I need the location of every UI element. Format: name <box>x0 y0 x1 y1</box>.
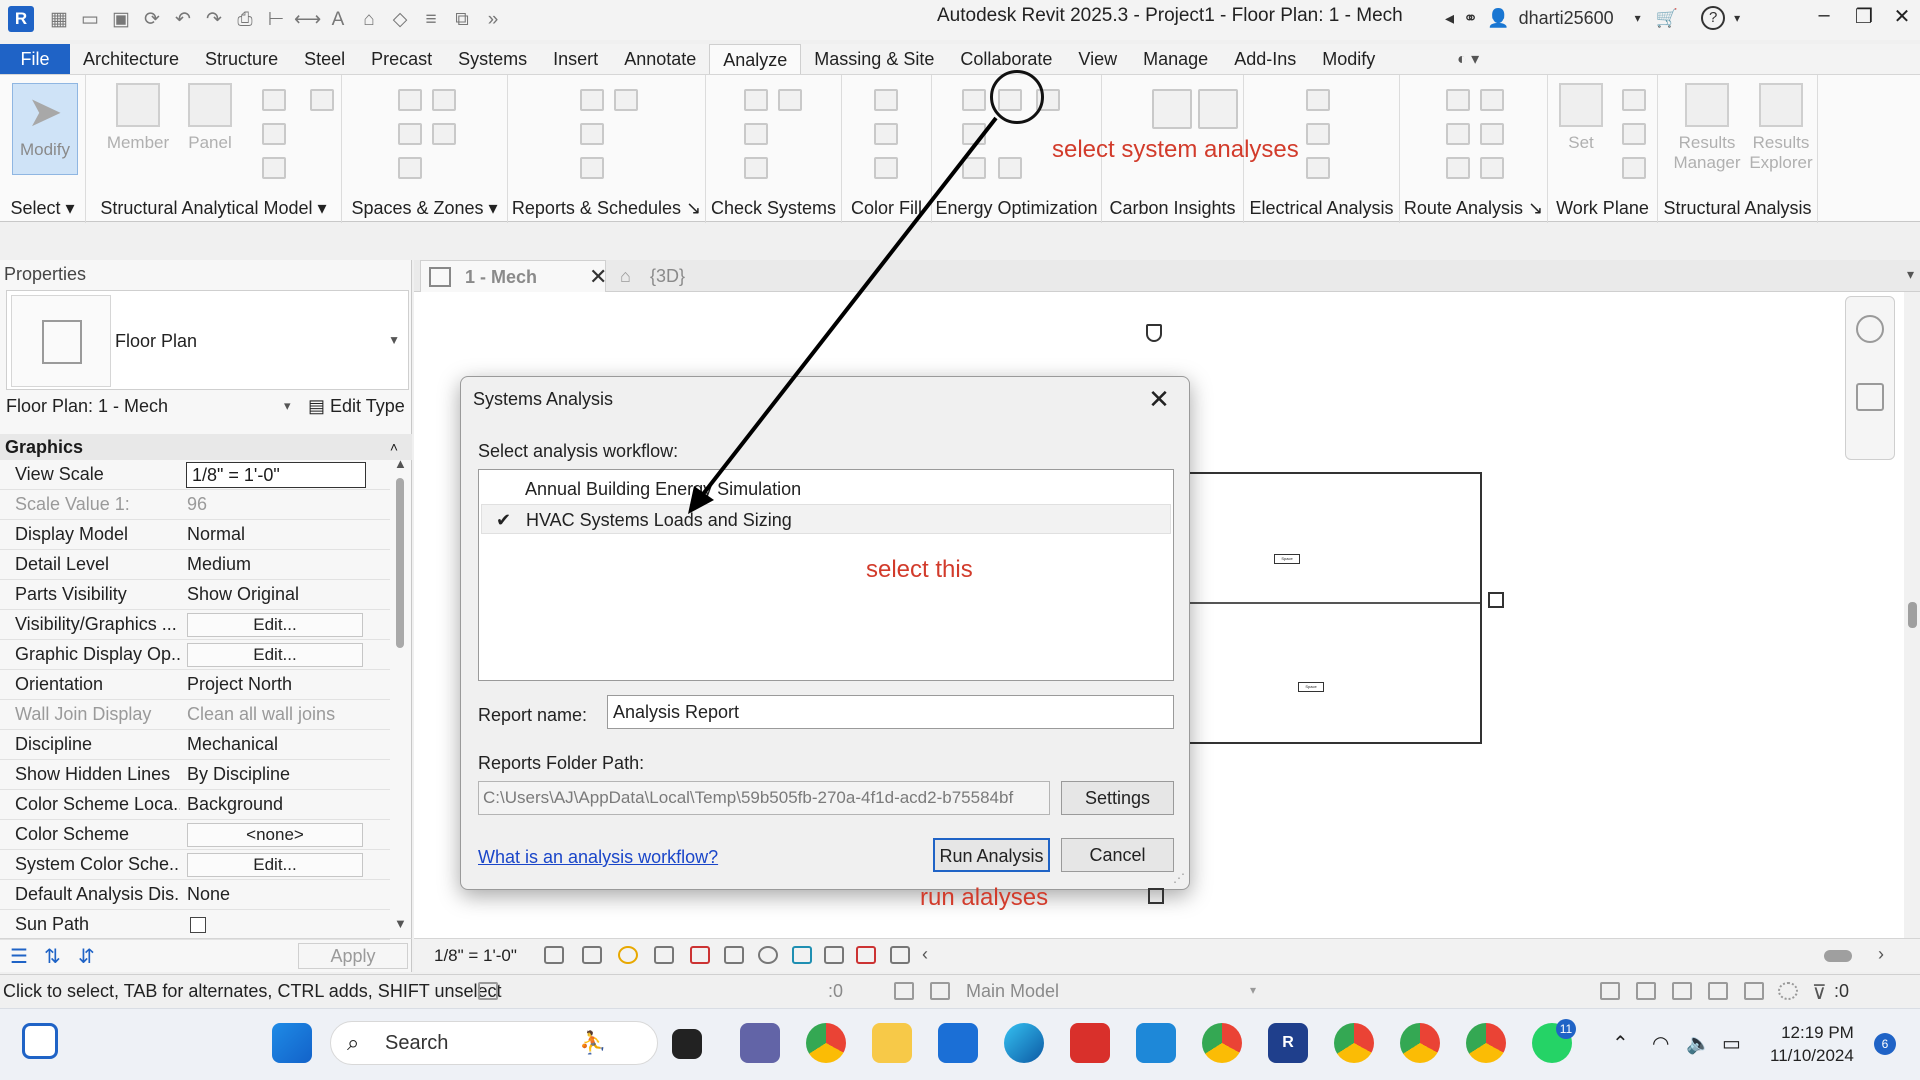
chrome-icon[interactable] <box>806 1023 846 1063</box>
search-label: Search <box>385 1032 449 1054</box>
microsoft-store-icon[interactable] <box>938 1023 978 1063</box>
widgets-icon[interactable] <box>22 1023 58 1059</box>
chrome-profile-d-icon[interactable] <box>1334 1023 1374 1063</box>
task-view-icon[interactable] <box>672 1029 702 1059</box>
windows-taskbar: ⌕ Search ⛹ R 11 ⌃ ◠ 🔈 ▭ 12:19 PM 11/10/2… <box>0 1008 1920 1080</box>
chrome-profile-e-icon[interactable] <box>1400 1023 1440 1063</box>
chrome-profile-user-icon[interactable] <box>1466 1023 1506 1063</box>
search-highlight-icon: ⛹ <box>579 1030 607 1055</box>
revit-taskbar-icon[interactable]: R <box>1268 1023 1308 1063</box>
windows-start-icon[interactable] <box>272 1023 312 1063</box>
teams-icon[interactable] <box>740 1023 780 1063</box>
edge-icon[interactable] <box>1004 1023 1044 1063</box>
taskbar-search[interactable]: ⌕ Search ⛹ <box>330 1021 658 1065</box>
volume-icon[interactable]: 🔈 <box>1686 1031 1711 1056</box>
wps-office-icon[interactable] <box>1070 1023 1110 1063</box>
file-explorer-icon[interactable] <box>872 1023 912 1063</box>
chrome-profile-icon[interactable] <box>1202 1023 1242 1063</box>
wifi-icon[interactable]: ◠ <box>1652 1031 1669 1056</box>
clock-date: 11/10/2024 <box>1770 1046 1854 1065</box>
notification-badge[interactable]: 6 <box>1874 1033 1896 1055</box>
battery-icon[interactable]: ▭ <box>1722 1031 1741 1056</box>
system-clock[interactable]: 12:19 PM 11/10/2024 <box>1770 1021 1854 1067</box>
search-icon: ⌕ <box>347 1030 360 1055</box>
annotation-arrow <box>688 116 998 514</box>
chevron-up-icon[interactable]: ⌃ <box>1612 1031 1629 1056</box>
clock-time: 12:19 PM <box>1781 1023 1854 1042</box>
vscode-icon[interactable] <box>1136 1023 1176 1063</box>
whatsapp-badge: 11 <box>1556 1019 1576 1039</box>
